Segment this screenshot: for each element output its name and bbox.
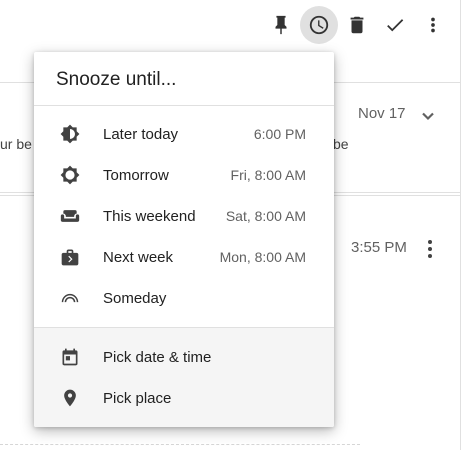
option-time: Sat, 8:00 AM <box>225 208 306 224</box>
pin-icon <box>275 15 287 35</box>
option-label: This weekend <box>103 207 196 225</box>
calendar-icon <box>60 347 80 367</box>
option-label: Pick date & time <box>103 348 212 366</box>
divider <box>0 444 360 445</box>
later-today-icon <box>60 124 80 144</box>
row-snippet-right: be <box>333 136 349 152</box>
pin-button[interactable] <box>262 6 300 44</box>
toolbar <box>262 6 452 44</box>
row-time: 3:55 PM <box>351 239 407 256</box>
someday-icon <box>60 288 80 308</box>
menu-divider <box>34 105 334 106</box>
snooze-this-weekend[interactable]: This weekend Sat, 8:00 AM <box>34 196 334 236</box>
place-icon <box>60 388 80 408</box>
option-label: Later today <box>103 125 179 143</box>
snooze-menu-title: Snooze until... <box>56 69 177 90</box>
option-label: Pick place <box>103 389 172 407</box>
pick-date-time[interactable]: Pick date & time <box>34 337 334 377</box>
weekend-icon <box>60 206 80 226</box>
next-week-icon <box>60 247 80 267</box>
row-date: Nov 17 <box>358 105 406 122</box>
snooze-next-week[interactable]: Next week Mon, 8:00 AM <box>34 237 334 277</box>
check-icon <box>387 19 404 32</box>
row-snippet-left: ur be <box>0 136 32 152</box>
more-vert-icon <box>431 17 435 33</box>
snooze-button[interactable] <box>300 6 338 44</box>
option-label: Tomorrow <box>103 166 169 184</box>
menu-divider <box>34 327 334 328</box>
snooze-menu: Snooze until... Later today 6:00 PM Tomo… <box>34 52 334 427</box>
pick-place[interactable]: Pick place <box>34 378 334 418</box>
option-label: Next week <box>103 248 174 266</box>
more-options-button[interactable] <box>414 6 452 44</box>
delete-button[interactable] <box>338 6 376 44</box>
snooze-later-today[interactable]: Later today 6:00 PM <box>34 114 334 154</box>
tomorrow-icon <box>60 165 80 185</box>
trash-icon <box>350 16 364 34</box>
snooze-tomorrow[interactable]: Tomorrow Fri, 8:00 AM <box>34 155 334 195</box>
panel-border <box>460 0 461 450</box>
option-time: 6:00 PM <box>253 126 306 142</box>
row-more-icon[interactable] <box>427 240 433 258</box>
option-time: Fri, 8:00 AM <box>230 167 306 183</box>
chevron-down-icon[interactable] <box>421 109 435 123</box>
option-time: Mon, 8:00 AM <box>219 249 306 265</box>
clock-icon <box>309 15 329 35</box>
done-button[interactable] <box>376 6 414 44</box>
option-label: Someday <box>103 289 167 307</box>
snooze-someday[interactable]: Someday <box>34 278 334 318</box>
